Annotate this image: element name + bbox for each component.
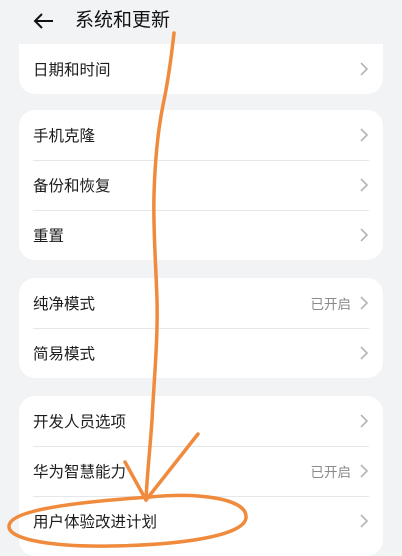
row-label: 华为智慧能力	[33, 463, 127, 481]
row-backup-restore[interactable]: 备份和恢复	[19, 160, 383, 210]
chevron-right-icon	[360, 178, 369, 192]
chevron-right-icon	[360, 228, 369, 242]
settings-group-datetime: 日期和时间	[19, 44, 383, 94]
row-reset[interactable]: 重置	[19, 210, 383, 260]
chevron-right-icon	[360, 464, 369, 478]
settings-group-modes: 纯净模式 已开启 简易模式	[19, 278, 383, 378]
row-huawei-ai[interactable]: 华为智慧能力 已开启	[19, 446, 383, 496]
chevron-right-icon	[360, 128, 369, 142]
row-developer-options[interactable]: 开发人员选项	[19, 396, 383, 446]
row-label: 备份和恢复	[33, 177, 111, 195]
settings-group-backup: 手机克隆 备份和恢复 重置	[19, 110, 383, 260]
row-label: 纯净模式	[33, 295, 96, 313]
row-label: 用户体验改进计划	[33, 513, 158, 531]
row-user-experience-program[interactable]: 用户体验改进计划	[19, 496, 383, 546]
row-phone-clone[interactable]: 手机克隆	[19, 110, 383, 160]
chevron-right-icon	[360, 296, 369, 310]
chevron-right-icon	[360, 346, 369, 360]
row-label: 手机克隆	[33, 127, 96, 145]
back-button[interactable]	[30, 6, 60, 36]
row-label: 重置	[33, 227, 65, 245]
status-value: 已开启	[310, 465, 352, 481]
page-title: 系统和更新	[75, 9, 171, 31]
settings-group-advanced: 开发人员选项 华为智慧能力 已开启 用户体验改进计划	[19, 396, 383, 556]
top-app-bar: 系统和更新	[0, 0, 402, 44]
chevron-right-icon	[360, 62, 369, 76]
chevron-right-icon	[360, 514, 369, 528]
arrow-left-icon	[33, 13, 53, 29]
chevron-right-icon	[360, 414, 369, 428]
status-value: 已开启	[310, 297, 352, 313]
row-date-time[interactable]: 日期和时间	[19, 44, 383, 94]
row-label: 开发人员选项	[33, 413, 127, 431]
row-simple-mode[interactable]: 简易模式	[19, 328, 383, 378]
row-label: 日期和时间	[33, 61, 111, 79]
row-pure-mode[interactable]: 纯净模式 已开启	[19, 278, 383, 328]
row-label: 简易模式	[33, 345, 96, 363]
